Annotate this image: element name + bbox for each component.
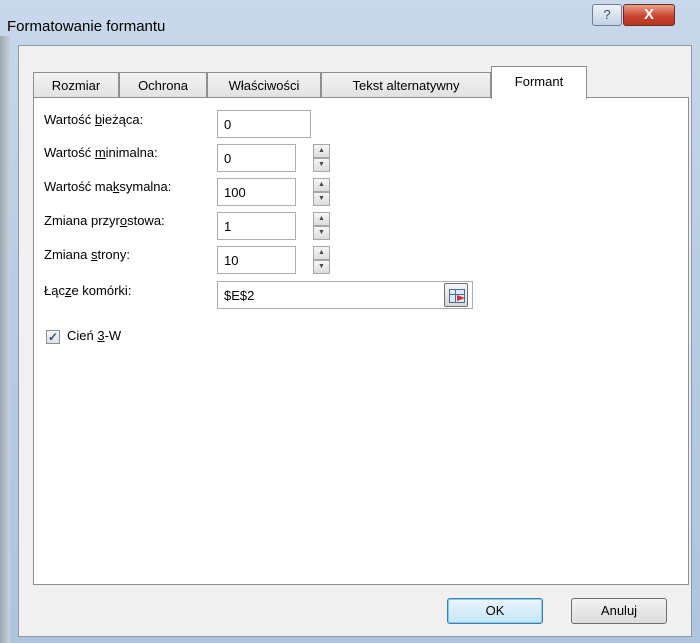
shadow-3d-checkbox[interactable]: ✓	[46, 330, 60, 344]
current-value-field[interactable]: 0	[217, 110, 311, 138]
page-change-label: Zmiana strony:	[44, 247, 130, 262]
formant-tab-panel: Wartość bieżąca: 0 Wartość minimalna: 0 …	[33, 97, 689, 585]
cancel-button[interactable]: Anuluj	[571, 598, 667, 624]
spin-down-icon[interactable]: ▼	[313, 192, 330, 206]
ok-button[interactable]: OK	[447, 598, 543, 624]
shadow-3d-label: Cień 3-W	[67, 328, 122, 343]
spin-up-icon[interactable]: ▲	[313, 212, 330, 226]
max-value-label: Wartość maksymalna:	[44, 179, 172, 194]
tab-formant[interactable]: Formant	[491, 66, 587, 99]
min-value-spinner: ▲ ▼	[313, 144, 330, 172]
dialog-window: Formatowanie formantu ? X Rozmiar Ochron…	[0, 0, 700, 643]
tab-ochrona[interactable]: Ochrona	[119, 72, 207, 98]
increment-spinner: ▲ ▼	[313, 212, 330, 240]
spin-up-icon[interactable]: ▲	[313, 144, 330, 158]
spin-down-icon[interactable]: ▼	[313, 226, 330, 240]
tab-wlasciwosci[interactable]: Właściwości	[207, 72, 321, 98]
max-value-field[interactable]: 100	[217, 178, 296, 206]
spin-up-icon[interactable]: ▲	[313, 246, 330, 260]
cell-link-field[interactable]: $E$2	[217, 281, 473, 309]
help-button[interactable]: ?	[592, 4, 622, 26]
cell-reference-button[interactable]	[444, 283, 468, 307]
page-change-spinner: ▲ ▼	[313, 246, 330, 274]
dialog-title: Formatowanie formantu	[7, 18, 166, 35]
spin-up-icon[interactable]: ▲	[313, 178, 330, 192]
cell-link-label: Łącze komórki:	[44, 283, 132, 298]
increment-label: Zmiana przyrostowa:	[44, 213, 165, 228]
help-icon: ?	[603, 7, 611, 22]
current-value-label: Wartość bieżąca:	[44, 112, 144, 127]
spin-down-icon[interactable]: ▼	[313, 158, 330, 172]
increment-field[interactable]: 1	[217, 212, 296, 240]
min-value-label: Wartość minimalna:	[44, 145, 158, 160]
page-change-field[interactable]: 10	[217, 246, 296, 274]
close-button[interactable]: X	[623, 4, 675, 26]
tab-tekst-alternatywny[interactable]: Tekst alternatywny	[321, 72, 491, 98]
tab-strip: Rozmiar Ochrona Właściwości Tekst altern…	[33, 66, 693, 99]
dialog-client-area: Rozmiar Ochrona Właściwości Tekst altern…	[18, 45, 692, 637]
spin-down-icon[interactable]: ▼	[313, 260, 330, 274]
tab-rozmiar[interactable]: Rozmiar	[33, 72, 119, 98]
close-icon: X	[643, 6, 654, 23]
min-value-field[interactable]: 0	[217, 144, 296, 172]
max-value-spinner: ▲ ▼	[313, 178, 330, 206]
background-window-edge	[0, 36, 10, 643]
